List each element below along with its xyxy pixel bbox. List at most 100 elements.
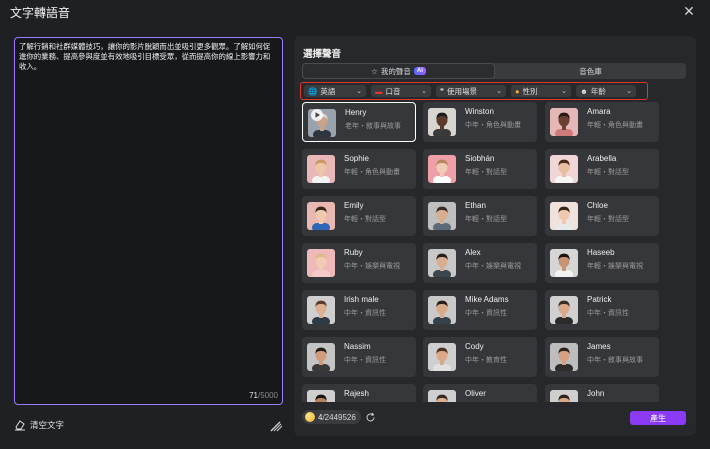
- chevron-down-icon: ⌄: [356, 88, 362, 95]
- voice-desc: 年輕・對話型: [587, 169, 629, 176]
- voice-name: Chloe: [587, 201, 608, 210]
- voice-name: Haseeb: [587, 248, 615, 257]
- filter-use-case[interactable]: ❞ 使用場景 ⌄: [436, 85, 506, 97]
- voice-name: Rajesh: [344, 389, 369, 398]
- avatar: [550, 249, 578, 277]
- voice-name: John: [587, 389, 605, 398]
- flag-icon: ▬: [375, 86, 383, 96]
- voice-name: Patrick: [587, 295, 612, 304]
- person-icon: ●: [515, 86, 520, 96]
- avatar: [550, 343, 578, 371]
- voice-desc: 中年・娛樂與電視: [344, 263, 400, 270]
- script-editor[interactable]: 了解行銷和社群媒體技巧，讓你的影片脫穎而出並吸引更多觀眾。了解如何促進你的業務、…: [14, 37, 283, 405]
- voice-card[interactable]: Emily 年輕・對話型: [302, 196, 416, 236]
- voice-name: Nassim: [344, 342, 371, 351]
- avatar: [307, 202, 335, 230]
- filter-bar: 🌐 英語 ⌄ ▬ 口音 ⌄ ❞ 使用場景 ⌄ ● 性別 ⌄ ☻ 年齡 ⌄: [300, 82, 648, 100]
- voice-name: Winston: [465, 107, 494, 116]
- filter-gender[interactable]: ● 性別 ⌄: [511, 85, 571, 97]
- voice-card[interactable]: Haseeb 年輕・娛樂與電視: [545, 243, 659, 283]
- clear-text-label: 清空文字: [30, 420, 65, 430]
- credits-area: 4/2449526: [302, 410, 376, 424]
- voice-name: Henry: [345, 108, 367, 117]
- credits-total: /2449526: [322, 412, 356, 422]
- voice-name: Siobhán: [465, 154, 495, 163]
- filter-language-label: 英語: [320, 86, 336, 96]
- voice-desc: 中年・角色與動畫: [465, 122, 521, 129]
- voice-card[interactable]: Oliver: [423, 384, 537, 402]
- chevron-down-icon: ⌄: [561, 88, 567, 95]
- refresh-icon[interactable]: [365, 412, 376, 423]
- script-text[interactable]: 了解行銷和社群媒體技巧，讓你的影片脫穎而出並吸引更多觀眾。了解如何促進你的業務、…: [19, 42, 276, 72]
- filter-age[interactable]: ☻ 年齡 ⌄: [576, 85, 636, 97]
- chevron-down-icon: ⌄: [421, 88, 427, 95]
- close-icon[interactable]: ✕: [682, 4, 696, 18]
- window-title: 文字轉語音: [10, 5, 71, 20]
- voice-desc: 年輕・角色與動畫: [587, 122, 643, 129]
- avatar: [550, 155, 578, 183]
- voice-name: Emily: [344, 201, 364, 210]
- voice-desc: 中年・娛樂與電視: [465, 263, 521, 270]
- char-count-current: 71: [249, 391, 258, 400]
- coin-icon: [305, 412, 315, 422]
- generate-button[interactable]: 產生: [630, 411, 686, 425]
- clear-text-button[interactable]: 清空文字: [14, 419, 64, 431]
- avatar: [307, 155, 335, 183]
- voice-desc: 年輕・角色與動畫: [344, 169, 400, 176]
- tab-my-voices-label: 我的聲音: [380, 66, 411, 76]
- avatar: [550, 390, 578, 402]
- tab-voice-library[interactable]: 音色庫: [495, 63, 686, 79]
- quote-icon: ❞: [440, 86, 445, 96]
- voice-card[interactable]: Siobhán 年輕・對話型: [423, 149, 537, 189]
- star-icon: ☆: [371, 66, 378, 76]
- voice-name: Ethan: [465, 201, 486, 210]
- voice-desc: 中年・資訊性: [465, 310, 507, 317]
- voice-tabs: ☆ 我的聲音 AI 音色庫: [302, 63, 686, 79]
- magic-wand-button[interactable]: [268, 419, 283, 433]
- tab-my-voices[interactable]: ☆ 我的聲音 AI: [302, 63, 495, 79]
- avatar: [428, 155, 456, 183]
- voice-card[interactable]: John: [545, 384, 659, 402]
- voice-card[interactable]: Henry 老年・敘事與故事: [302, 102, 416, 142]
- play-icon[interactable]: [311, 109, 323, 121]
- avatar: [428, 296, 456, 324]
- avatar: [307, 390, 335, 402]
- voice-card[interactable]: Alex 中年・娛樂與電視: [423, 243, 537, 283]
- voice-name: Oliver: [465, 389, 486, 398]
- voice-card[interactable]: Arabella 年輕・對話型: [545, 149, 659, 189]
- filter-language[interactable]: 🌐 英語 ⌄: [304, 85, 366, 97]
- voice-desc: 年輕・對話型: [465, 169, 507, 176]
- magic-wand-icon: [270, 421, 283, 432]
- voice-card[interactable]: Cody 中年・教育性: [423, 337, 537, 377]
- voice-desc: 中年・教育性: [465, 357, 507, 364]
- avatar: [307, 343, 335, 371]
- voice-card[interactable]: Amara 年輕・角色與動畫: [545, 102, 659, 142]
- voice-desc: 年輕・對話型: [587, 216, 629, 223]
- voice-card[interactable]: Rajesh: [302, 384, 416, 402]
- voice-card[interactable]: Chloe 年輕・對話型: [545, 196, 659, 236]
- voice-card[interactable]: James 中年・敘事與故事: [545, 337, 659, 377]
- avatar: [428, 343, 456, 371]
- eraser-icon: [15, 420, 25, 431]
- voice-card[interactable]: Ethan 年輕・對話型: [423, 196, 537, 236]
- voice-card[interactable]: Nassim 中年・資訊性: [302, 337, 416, 377]
- voice-name: James: [587, 342, 611, 351]
- char-counter: 71/5000: [249, 391, 278, 400]
- filter-accent[interactable]: ▬ 口音 ⌄: [371, 85, 431, 97]
- char-count-max: /5000: [257, 391, 278, 400]
- voice-card[interactable]: Mike Adams 中年・資訊性: [423, 290, 537, 330]
- voice-card[interactable]: Irish male 中年・資訊性: [302, 290, 416, 330]
- voice-card[interactable]: Patrick 中年・資訊性: [545, 290, 659, 330]
- avatar: [307, 296, 335, 324]
- filter-age-label: 年齡: [590, 86, 606, 96]
- voice-card[interactable]: Ruby 中年・娛樂與電視: [302, 243, 416, 283]
- voice-card[interactable]: Sophie 年輕・角色與動畫: [302, 149, 416, 189]
- voice-card[interactable]: Winston 中年・角色與動畫: [423, 102, 537, 142]
- voice-name: Amara: [587, 107, 611, 116]
- voice-desc: 中年・資訊性: [344, 310, 386, 317]
- avatar: [550, 202, 578, 230]
- filter-use-case-label: 使用場景: [447, 86, 478, 96]
- filter-gender-label: 性別: [522, 86, 538, 96]
- voice-desc: 年輕・對話型: [344, 216, 386, 223]
- avatar: [428, 390, 456, 402]
